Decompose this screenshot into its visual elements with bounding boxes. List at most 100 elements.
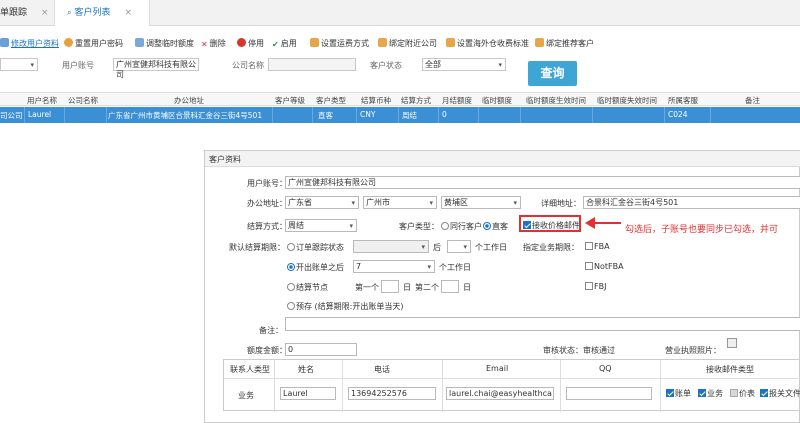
divider [224,378,800,379]
column-header[interactable]: 办公地址 [174,95,204,106]
column-header[interactable]: 临时额度失效时间 [597,95,657,106]
column-header[interactable]: 月结额度 [442,95,472,106]
fbj-checkbox[interactable]: FBJ [585,282,606,291]
contact-name-field[interactable]: Laurel [280,387,336,400]
column-header[interactable]: 用户名称 [27,95,57,106]
column-header: 电话 [374,365,390,374]
after-bill-days-select[interactable]: 7 ▾ [353,260,435,273]
detail-address-field[interactable]: 合景科汇金谷三街4号501 [583,196,800,209]
bind-referrer-button[interactable]: 绑定推荐客户 [535,38,594,49]
column-header[interactable]: 结算币种 [361,95,391,106]
contact-phone-field[interactable]: 13694252576 [348,387,436,400]
divider [274,360,275,412]
chevron-down-icon: ▾ [498,61,502,69]
customer-type-direct-radio[interactable]: 直客 [483,221,508,232]
checkbox-icon [585,242,593,250]
radio-icon [441,222,449,230]
tab-order-tracking[interactable]: 单跟踪 × [0,0,52,26]
annotation-text: 勾选后，子账号也要同步已勾选，并可 [625,225,779,235]
order-status-select[interactable]: ▾ [353,240,429,253]
mail-type-business-checkbox[interactable]: 业务 [698,388,723,399]
settle-node-radio[interactable]: 结算节点 [287,282,328,293]
cell-user-name: Laurel [28,110,52,119]
remark-label: 备注： [259,326,283,335]
settings-icon [446,38,455,47]
tab-label: 单跟踪 [0,8,28,18]
enable-button[interactable]: ✔ 启用 [272,38,297,49]
office-address-label: 办公地址： [247,199,287,208]
user-account-field[interactable]: 广州宣健邦科技有限公司 [285,176,800,189]
adjust-credit-button[interactable]: 调整临时额度 [135,38,194,49]
filter-select[interactable]: ▾ [0,58,38,71]
bind-company-button[interactable]: 绑定附近公司 [378,38,437,49]
chevron-down-icon: ▾ [463,243,467,251]
column-header[interactable]: 所属客服 [668,95,698,106]
customer-type-peer-radio[interactable]: 同行客户 [441,221,482,232]
close-icon[interactable]: × [41,8,49,18]
user-account-input[interactable]: 广州宣健邦科技有限公司 [113,58,199,79]
contact-email-field[interactable]: laurel.chai@easyhealthca [446,387,554,400]
reset-password-button[interactable]: 重置用户密码 [64,38,123,49]
column-header[interactable]: 客户类型 [316,95,346,106]
set-overseas-fee-button[interactable]: 设置海外仓收费标准 [446,38,529,49]
company-name-input[interactable] [268,58,356,71]
province-select[interactable]: 广东省 ▾ [285,196,359,209]
close-icon[interactable]: × [125,8,133,18]
column-header[interactable]: 客户等级 [275,95,305,106]
column-header[interactable]: 公司名称 [68,95,98,106]
contact-qq-field[interactable] [566,387,652,400]
column-header: 接收邮件类型 [706,365,754,374]
column-header[interactable]: 备注 [745,95,760,106]
credit-field[interactable]: 0 [285,343,357,356]
first-day-input[interactable] [381,280,399,293]
disable-button[interactable]: 停用 [237,38,264,49]
cell-service: C024 [668,110,688,119]
grid-header: 用户名称 公司名称 办公地址 客户等级 客户类型 结算币种 结算方式 月结额度 … [0,92,800,106]
customer-status-label: 客户状态 [370,61,402,70]
mail-type-bill-checkbox[interactable]: 账单 [666,388,691,399]
divider [660,360,661,412]
fba-checkbox[interactable]: FBA [585,242,610,251]
divider [560,360,561,412]
remark-field[interactable] [285,317,800,331]
after-days-select[interactable]: ▾ [447,240,471,253]
order-status-radio[interactable]: 订单跟踪状态 [287,242,344,253]
divider [24,107,25,123]
settle-method-select[interactable]: 周结 ▾ [285,219,357,232]
after-bill-radio[interactable]: 开出账单之后 [287,262,344,273]
query-button[interactable]: 查询 [528,61,577,86]
column-header: Email [486,364,509,373]
tab-customer-list[interactable]: ⌕ 客户列表 × [54,0,150,26]
day-label: 日 [463,283,471,292]
first-label: 第一个 [355,283,379,292]
column-header: 姓名 [298,365,314,374]
divider [478,107,479,123]
highlight-box [519,215,581,232]
mail-type-price-checkbox[interactable]: 价表 [730,388,755,399]
set-freight-button[interactable]: 设置运费方式 [310,38,369,49]
customer-status-select[interactable]: 全部 ▾ [422,58,506,71]
divider [356,107,357,123]
district-select[interactable]: 黄埔区 ▾ [441,196,521,209]
checkbox-icon [585,282,593,290]
license-label: 营业执照照片： [665,346,721,355]
mail-type-customs-checkbox[interactable]: 报关文件 [760,388,800,399]
checkbox-icon [585,262,593,270]
customer-type-label: 客户类型： [399,222,439,231]
column-header[interactable]: 临时额度 [482,95,512,106]
stop-icon [237,38,246,47]
license-image-icon[interactable] [727,338,737,348]
link-icon [378,38,387,47]
delete-button[interactable]: ✕ 删除 [201,38,226,49]
second-label: 第二个 [415,283,439,292]
edit-user-button[interactable]: 修改用户资料 [0,38,59,49]
notfba-checkbox[interactable]: NotFBA [585,262,624,271]
radio-icon [483,222,491,230]
column-header[interactable]: 临时额度生效时间 [526,95,586,106]
column-header[interactable]: 结算方式 [401,95,431,106]
table-row[interactable]: 司公司 Laurel 广东省广州市黄埔区合景科汇金谷三街4号501 直客 CNY… [0,107,800,123]
prepaid-radio[interactable]: 预存 (结算期限:开出账单当天) [287,301,403,312]
city-select[interactable]: 广州市 ▾ [363,196,437,209]
second-day-input[interactable] [441,280,459,293]
key-icon [64,38,73,47]
